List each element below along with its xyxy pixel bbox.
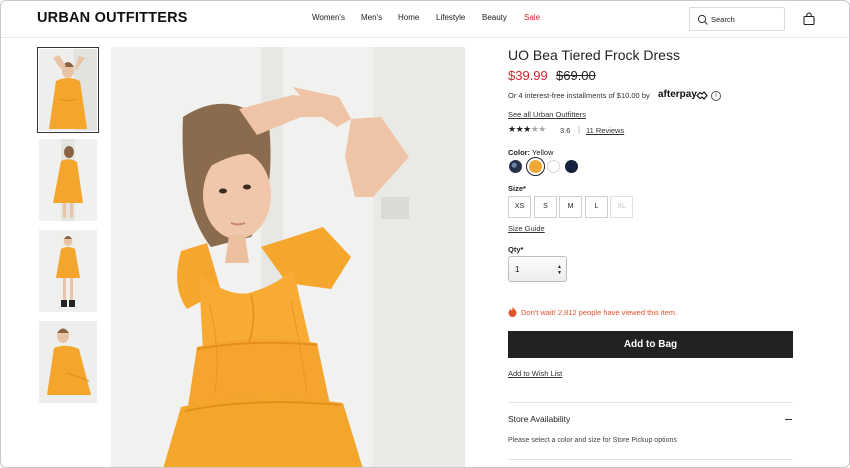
size-l-button[interactable]: L [585, 196, 608, 218]
star-icon: ★★★ [508, 124, 531, 134]
search-icon [697, 14, 708, 25]
size-xl-button[interactable]: XL [610, 196, 633, 218]
rating-stars[interactable]: ★★★★★ [508, 124, 546, 135]
nav-item-home[interactable]: Home [398, 13, 419, 22]
add-to-bag-button[interactable]: Add to Bag [508, 331, 793, 358]
nav-item-womens[interactable]: Women's [312, 13, 345, 22]
select-arrows-icon: ▲ ▼ [557, 264, 562, 276]
size-m-button[interactable]: M [559, 196, 582, 218]
color-swatch-navy-print[interactable] [509, 160, 522, 173]
collapse-icon[interactable] [785, 419, 792, 420]
store-availability-note: Please select a color and size for Store… [508, 437, 677, 444]
thumbnail-1[interactable] [37, 47, 99, 133]
store-availability-toggle[interactable]: Store Availability [508, 414, 570, 424]
size-xs-button[interactable]: XS [508, 196, 531, 218]
color-label: Color: Yellow [508, 148, 553, 157]
color-swatch-navy[interactable] [565, 160, 578, 173]
nav-item-mens[interactable]: Men's [361, 13, 382, 22]
product-title: UO Bea Tiered Frock Dress [508, 47, 680, 63]
qty-label: Qty* [508, 245, 524, 254]
nav-item-beauty[interactable]: Beauty [482, 13, 507, 22]
size-label: Size* [508, 184, 526, 193]
shopping-bag-icon[interactable] [802, 12, 816, 26]
qty-select[interactable]: 1 ▲ ▼ [508, 256, 567, 282]
afterpay-icon [696, 91, 708, 100]
main-product-image[interactable] [111, 47, 465, 467]
thumbnail-image [39, 139, 97, 221]
search-placeholder: Search [711, 15, 735, 24]
rating-value: 3.6 [560, 126, 571, 135]
fire-icon [508, 306, 517, 317]
thumbnail-3[interactable] [39, 230, 97, 312]
info-icon[interactable]: i [711, 91, 721, 101]
installments-text: Or 4 interest-free installments of $10.0… [508, 91, 650, 100]
section-divider [508, 402, 793, 403]
size-guide-link[interactable]: Size Guide [508, 224, 545, 233]
afterpay-logo: afterpay [658, 89, 697, 100]
product-photo [111, 47, 465, 467]
site-header: URBAN OUTFITTERS Women's Men's Home Life… [1, 1, 849, 38]
color-label-prefix: Color: [508, 148, 531, 157]
thumbnail-image [39, 49, 97, 131]
star-half-icon: ★★ [530, 124, 547, 134]
section-divider [508, 459, 793, 460]
sale-price: $39.99 [508, 68, 548, 83]
original-price: $69.00 [556, 68, 596, 83]
search-input[interactable]: Search [689, 7, 785, 31]
thumbnail-2[interactable] [39, 139, 97, 221]
thumbnail-image [39, 321, 97, 403]
color-swatch-yellow[interactable] [526, 157, 545, 176]
color-swatch-white[interactable] [547, 160, 560, 173]
urgency-text: Don't wait! 2,812 people have viewed thi… [521, 308, 678, 317]
size-s-button[interactable]: S [534, 196, 557, 218]
thumbnail-image [39, 230, 97, 312]
see-all-brand-link[interactable]: See all Urban Outfitters [508, 110, 586, 119]
browser-frame: URBAN OUTFITTERS Women's Men's Home Life… [0, 0, 850, 468]
nav-item-lifestyle[interactable]: Lifestyle [436, 13, 465, 22]
add-to-wishlist-link[interactable]: Add to Wish List [508, 369, 562, 378]
color-value: Yellow [532, 148, 554, 157]
qty-value: 1 [515, 265, 520, 274]
thumbnail-4[interactable] [39, 321, 97, 403]
nav-item-sale[interactable]: Sale [524, 13, 540, 22]
rating-separator: | [578, 125, 581, 134]
reviews-link[interactable]: 11 Reviews [586, 126, 624, 135]
urgency-message: Don't wait! 2,812 people have viewed thi… [508, 306, 677, 317]
